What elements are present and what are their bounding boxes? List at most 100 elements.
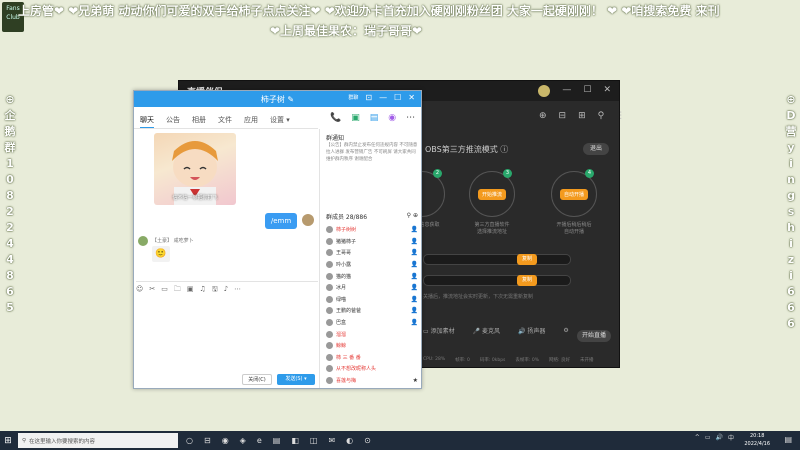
avatar — [326, 284, 333, 292]
obs-close-button[interactable]: ✕ — [603, 85, 611, 97]
taskbar-app-icon[interactable]: ◫ — [310, 436, 318, 445]
obs-user-avatar[interactable] — [538, 85, 551, 97]
obs-toolbar-more-icon[interactable]: ⋮ — [616, 111, 625, 121]
taskbar-app-icon[interactable]: ◈ — [240, 436, 246, 445]
obs-stream-key-field[interactable] — [423, 275, 571, 286]
list-item[interactable]: 柿子树树 👤 — [326, 224, 418, 236]
list-item[interactable]: 柿 三 番 番 — [326, 352, 418, 364]
taskbar-app-icon[interactable]: ▤ — [273, 436, 281, 445]
obs-speaker-button[interactable]: 🔊 扬声器 — [518, 326, 545, 335]
tray-ime-icon[interactable]: 中 — [728, 433, 734, 442]
obs-toolbar-add-icon[interactable]: ⊕ — [539, 111, 547, 121]
qq-call-icon[interactable]: 📞 — [330, 113, 341, 123]
sender-avatar[interactable] — [138, 236, 148, 246]
member-badge-icon: 👤 — [410, 261, 418, 269]
tab-chat[interactable]: 聊天 — [140, 115, 154, 129]
member-name: 王鹏的爸爸 — [336, 308, 362, 315]
image-icon[interactable]: ▣ — [187, 285, 194, 296]
obs-bottom-toolbar: ▭ 添加素材 🎤 麦克风 🔊 扬声器 ⚙ — [423, 326, 569, 335]
member-name: 巴盒 — [336, 320, 347, 327]
list-item[interactable]: 绿喵 👤 — [326, 294, 418, 306]
list-item[interactable]: 猫的猫 👤 — [326, 270, 418, 282]
send-button[interactable]: 发送(S) ▾ — [277, 374, 315, 385]
taskbar-app-icon[interactable]: ○ — [186, 436, 193, 445]
anime-sticker-image[interactable]: 信不信一拳把你打飞 — [154, 133, 236, 205]
list-item[interactable]: 王哥哥 👤 — [326, 247, 418, 259]
obs-minimize-button[interactable]: — — [562, 85, 571, 97]
list-item[interactable]: 鲸鲸 — [326, 340, 418, 352]
qq-maximize-button[interactable]: ☐ — [394, 93, 401, 104]
obs-toolbar-search-icon[interactable]: ⚲ — [598, 111, 605, 121]
overlay-vertical-char: D — [786, 109, 796, 122]
obs-step-pill[interactable]: 自动开播 — [559, 188, 588, 200]
taskbar-search-input[interactable]: ⚲ 在这里输入你要搜索的内容 — [18, 433, 178, 448]
list-item[interactable]: 喜莲与梅 ★ — [326, 375, 418, 387]
obs-start-live-button[interactable]: 开始直播 — [577, 330, 611, 342]
message-sender-name[interactable]: 【土豪】 咸吃萝卜 — [152, 237, 194, 244]
list-item[interactable]: 王鹏的爸爸 👤 — [326, 305, 418, 317]
member-list-header: 群成员 28/886 ⚲ ⊕ — [326, 212, 418, 221]
tray-battery-icon[interactable]: ▭ — [705, 434, 711, 441]
qq-screen-share-icon[interactable]: ▣ — [351, 113, 360, 123]
list-item[interactable]: 猪猪柿子 👤 — [326, 236, 418, 248]
taskbar-app-icon[interactable]: ◐ — [346, 436, 353, 445]
outgoing-message-bubble[interactable]: /emm — [265, 213, 297, 229]
obs-exit-button[interactable]: 退出 — [583, 143, 609, 155]
overlay-vertical-char: 鹅 — [4, 125, 16, 138]
close-button[interactable]: 关闭(C) — [242, 374, 272, 385]
member-search-icon[interactable]: ⚲ ⊕ — [407, 212, 418, 221]
obs-microphone-button[interactable]: 🎤 麦克风 — [473, 326, 500, 335]
obs-step-pill[interactable]: 开始推流 — [477, 188, 506, 200]
tab-announcement[interactable]: 公告 — [166, 115, 180, 129]
notification-icon[interactable]: ▤ — [784, 435, 792, 444]
taskbar-app-icon[interactable]: ⊙ — [364, 436, 371, 445]
obs-maximize-button[interactable]: ☐ — [583, 85, 591, 97]
list-item[interactable]: 巴盒 👤 — [326, 317, 418, 329]
overlay-left-vertical: ⊕ 企鹅群 1 0 8 2 2 4 4 8 6 5 — [2, 92, 18, 316]
qq-message-area[interactable]: 信不信一拳把你打飞 /emm 【土豪】 咸吃萝卜 🙂 — [134, 129, 318, 277]
taskbar-app-icon[interactable]: ✉ — [328, 436, 335, 445]
save-icon[interactable]: 🖫 — [212, 285, 218, 296]
obs-server-url-field[interactable] — [423, 254, 571, 265]
bell-icon[interactable]: ♪ — [224, 285, 228, 296]
tab-files[interactable]: 文件 — [218, 115, 232, 129]
qq-pin-icon[interactable]: ⊡ — [365, 93, 372, 104]
avatar[interactable] — [302, 214, 314, 226]
list-item[interactable]: 吟小露 👤 — [326, 259, 418, 271]
taskbar-app-icon[interactable]: e — [257, 436, 262, 445]
qq-more-icon[interactable]: ⋯ — [406, 113, 415, 123]
start-button[interactable]: ⊞ — [0, 436, 16, 446]
screenshot-icon[interactable]: ✂ — [149, 285, 155, 296]
qq-app-icon[interactable]: ◉ — [388, 113, 396, 123]
tab-album[interactable]: 相册 — [192, 115, 206, 129]
gif-icon[interactable]: ▭ — [161, 285, 168, 296]
incoming-emoji-message[interactable]: 🙂 — [152, 246, 170, 262]
tray-volume-icon[interactable]: 🔊 — [716, 434, 723, 441]
obs-toolbar-layout-icon[interactable]: ⊟ — [559, 111, 567, 121]
qq-doc-icon[interactable]: ▤ — [370, 113, 379, 123]
qq-group-title[interactable]: 柿子树 ✎ — [261, 94, 294, 105]
emoji-icon[interactable]: ☺ — [136, 285, 143, 296]
taskbar-app-icon[interactable]: ◉ — [222, 436, 229, 445]
taskbar-app-icon[interactable]: ⊟ — [204, 436, 211, 445]
obs-add-source-button[interactable]: ▭ 添加素材 — [423, 326, 455, 335]
tab-apps[interactable]: 应用 — [244, 115, 258, 129]
group-notice-body[interactable]: 【公告】群内禁止发布任何违规内容 不可随意拉人进群 发布营销广告 不可刷屏 请大… — [326, 142, 418, 163]
music-icon[interactable]: ♫ — [199, 285, 205, 296]
more-tools-icon[interactable]: ⋯ — [234, 285, 241, 296]
taskbar-clock[interactable]: 20:18 2022/4/16 — [744, 432, 770, 448]
list-item[interactable]: 冰月 👤 — [326, 282, 418, 294]
tray-expand-icon[interactable]: ^ — [695, 434, 700, 441]
qq-minimize-button[interactable]: — — [379, 93, 387, 104]
obs-settings-icon[interactable]: ⚙ — [563, 327, 568, 334]
list-item[interactable]: 从不想改昵称人头 — [326, 363, 418, 375]
obs-copy-key-button[interactable]: 复制 — [517, 275, 537, 286]
folder-icon[interactable]: 🗀 — [174, 285, 181, 296]
tab-settings[interactable]: 设置 ▾ — [270, 115, 290, 129]
obs-toolbar-grid-icon[interactable]: ⊞ — [578, 111, 586, 121]
obs-copy-server-button[interactable]: 复制 — [517, 254, 537, 265]
list-item[interactable]: 溜溜 — [326, 328, 418, 340]
qq-close-button[interactable]: ✕ — [408, 93, 415, 104]
taskbar-app-icon[interactable]: ◧ — [291, 436, 299, 445]
qq-window-controls: 群聊 ⊡ — ☐ ✕ — [348, 93, 415, 104]
